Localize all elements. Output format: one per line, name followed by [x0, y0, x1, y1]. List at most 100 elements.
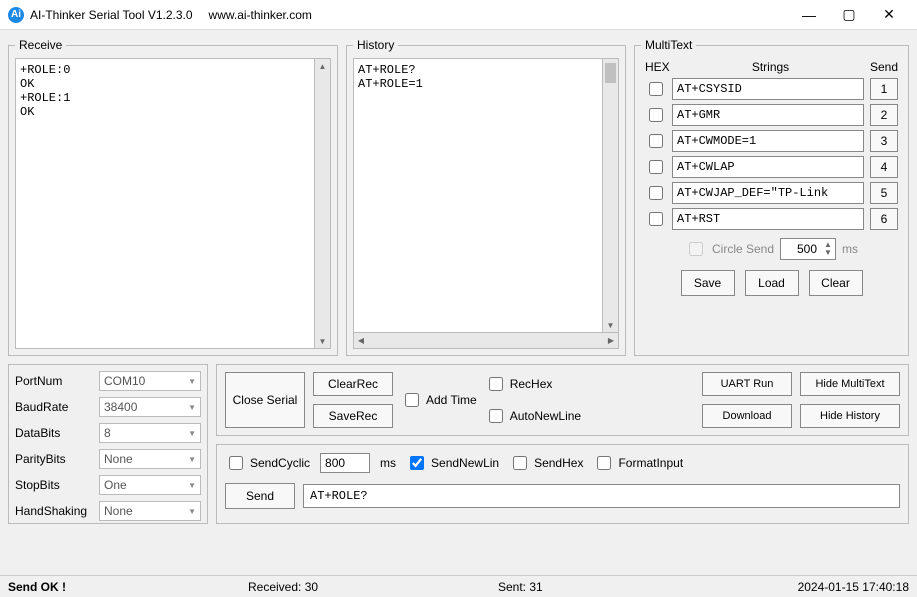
send-button[interactable]: Send [225, 483, 295, 509]
mt-send-button[interactable]: 5 [870, 182, 898, 204]
circle-send-checkbox[interactable] [689, 242, 703, 256]
mt-send-button[interactable]: 6 [870, 208, 898, 230]
maximize-button[interactable]: ▢ [829, 1, 869, 29]
send-cyclic-checkbox[interactable] [229, 456, 243, 470]
status-received: Received: 30 [248, 580, 498, 594]
mt-hex-checkbox[interactable] [649, 212, 663, 226]
status-message: Send OK ! [8, 580, 248, 594]
baudrate-label: BaudRate [15, 400, 95, 414]
uart-run-button[interactable]: UART Run [702, 372, 792, 396]
rec-hex-label: RecHex [510, 377, 553, 391]
scroll-right-icon[interactable]: ▶ [604, 336, 618, 345]
handshaking-combo[interactable]: None▼ [99, 501, 201, 521]
add-time-checkbox[interactable] [405, 393, 419, 407]
mt-row: 1 [641, 78, 902, 100]
mt-header-hex: HEX [645, 60, 671, 74]
mt-header-send: Send [870, 60, 898, 74]
mt-send-button[interactable]: 4 [870, 156, 898, 178]
mt-string-input[interactable] [672, 208, 864, 230]
receive-scrollbar[interactable]: ▲ ▼ [315, 58, 331, 349]
circle-send-value[interactable] [781, 239, 821, 259]
hide-multitext-button[interactable]: Hide MultiText [800, 372, 900, 396]
title-app: AI-Thinker Serial Tool V1.2.3.0 [30, 8, 193, 22]
titlebar: Ai AI-Thinker Serial Tool V1.2.3.0 www.a… [0, 0, 917, 30]
mt-header-strings: Strings [677, 60, 864, 74]
paritybits-combo[interactable]: None▼ [99, 449, 201, 469]
title-url: www.ai-thinker.com [209, 8, 312, 22]
databits-combo[interactable]: 8▼ [99, 423, 201, 443]
baudrate-combo[interactable]: 38400▼ [99, 397, 201, 417]
mt-save-button[interactable]: Save [681, 270, 735, 296]
receive-legend: Receive [15, 38, 66, 52]
mt-string-input[interactable] [672, 156, 864, 178]
mt-clear-button[interactable]: Clear [809, 270, 863, 296]
close-button[interactable]: ✕ [869, 1, 909, 29]
cyclic-ms-input[interactable] [320, 453, 370, 473]
send-hex-checkbox[interactable] [513, 456, 527, 470]
receive-text[interactable]: +ROLE:0 OK +ROLE:1 OK [15, 58, 315, 349]
chevron-down-icon: ▼ [188, 507, 196, 516]
rec-hex-checkbox[interactable] [489, 377, 503, 391]
mt-hex-checkbox[interactable] [649, 82, 663, 96]
send-panel: SendCyclic ms SendNewLin SendHex FormatI… [216, 444, 909, 524]
toolbar-panel: Close Serial ClearRec SaveRec Add Time R… [216, 364, 909, 436]
scroll-down-icon[interactable]: ▼ [315, 334, 330, 348]
chevron-down-icon: ▼ [188, 429, 196, 438]
mt-hex-checkbox[interactable] [649, 186, 663, 200]
clear-rec-button[interactable]: ClearRec [313, 372, 393, 396]
mt-send-button[interactable]: 3 [870, 130, 898, 152]
send-hex-label: SendHex [534, 456, 583, 470]
save-rec-button[interactable]: SaveRec [313, 404, 393, 428]
format-input-checkbox[interactable] [597, 456, 611, 470]
mt-load-button[interactable]: Load [745, 270, 799, 296]
scroll-up-icon[interactable]: ▲ [315, 59, 330, 73]
hide-history-button[interactable]: Hide History [800, 404, 900, 428]
mt-hex-checkbox[interactable] [649, 134, 663, 148]
handshaking-label: HandShaking [15, 504, 95, 518]
send-input[interactable] [303, 484, 900, 508]
history-scrollbar-v[interactable]: ▲ ▼ [603, 58, 619, 333]
mt-row: 2 [641, 104, 902, 126]
portnum-combo[interactable]: COM10▼ [99, 371, 201, 391]
scroll-down-icon[interactable]: ▼ [603, 318, 618, 332]
auto-newline-checkbox[interactable] [489, 409, 503, 423]
chevron-down-icon: ▼ [188, 403, 196, 412]
spinner-icon[interactable]: ▲▼ [821, 241, 835, 257]
mt-row: 6 [641, 208, 902, 230]
port-settings-panel: PortNum COM10▼ BaudRate 38400▼ DataBits … [8, 364, 208, 524]
add-time-label: Add Time [426, 393, 477, 407]
minimize-button[interactable]: — [789, 1, 829, 29]
stopbits-label: StopBits [15, 478, 95, 492]
circle-send-unit: ms [842, 242, 858, 256]
close-serial-button[interactable]: Close Serial [225, 372, 305, 428]
send-newline-checkbox[interactable] [410, 456, 424, 470]
send-cyclic-label: SendCyclic [250, 456, 310, 470]
status-sent: Sent: 31 [498, 580, 798, 594]
stopbits-combo[interactable]: One▼ [99, 475, 201, 495]
circle-send-label: Circle Send [712, 242, 774, 256]
chevron-down-icon: ▼ [188, 455, 196, 464]
mt-hex-checkbox[interactable] [649, 160, 663, 174]
chevron-down-icon: ▼ [188, 377, 196, 386]
mt-string-input[interactable] [672, 182, 864, 204]
scroll-left-icon[interactable]: ◀ [354, 336, 368, 345]
format-input-label: FormatInput [618, 456, 683, 470]
mt-string-input[interactable] [672, 78, 864, 100]
mt-row: 5 [641, 182, 902, 204]
history-text[interactable]: AT+ROLE? AT+ROLE=1 [353, 58, 603, 333]
history-legend: History [353, 38, 398, 52]
status-datetime: 2024-01-15 17:40:18 [798, 580, 909, 594]
send-newline-label: SendNewLin [431, 456, 499, 470]
mt-string-input[interactable] [672, 130, 864, 152]
mt-hex-checkbox[interactable] [649, 108, 663, 122]
paritybits-label: ParityBits [15, 452, 95, 466]
history-panel: History AT+ROLE? AT+ROLE=1 ▲ ▼ ◀ ▶ [346, 38, 626, 356]
mt-send-button[interactable]: 2 [870, 104, 898, 126]
app-icon: Ai [8, 7, 24, 23]
mt-send-button[interactable]: 1 [870, 78, 898, 100]
chevron-down-icon: ▼ [188, 481, 196, 490]
mt-row: 4 [641, 156, 902, 178]
download-button[interactable]: Download [702, 404, 792, 428]
history-scrollbar-h[interactable]: ◀ ▶ [353, 333, 619, 349]
mt-string-input[interactable] [672, 104, 864, 126]
